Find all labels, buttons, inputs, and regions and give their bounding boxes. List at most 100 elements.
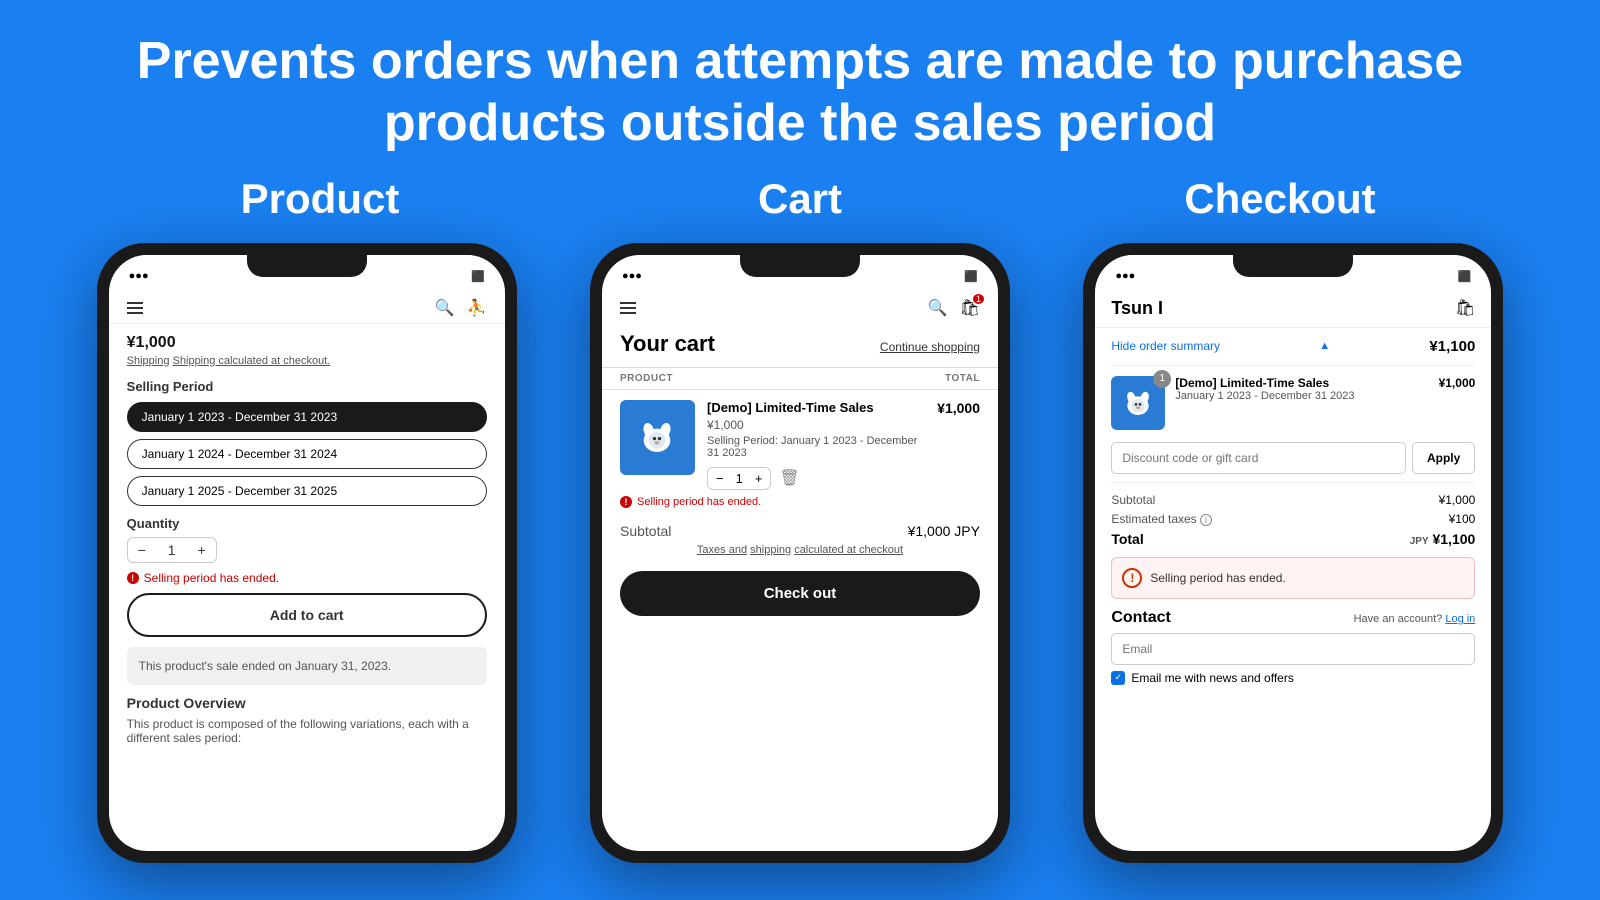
cart-columns: PRODUCT TOTAL (602, 367, 998, 390)
bag-icon[interactable]: 🛍 (1455, 298, 1475, 318)
cart-subtotal-value: ¥1,000 JPY (908, 523, 980, 539)
discount-input[interactable] (1111, 442, 1406, 474)
quantity-label: Quantity (127, 516, 487, 531)
period-btn-2024[interactable]: January 1 2024 - December 31 2024 (127, 439, 487, 469)
col-total: TOTAL (945, 373, 980, 384)
cart-error: ! Selling period has ended. (602, 490, 998, 508)
cart-qty-value: 1 (736, 471, 743, 486)
contact-title: Contact (1111, 609, 1171, 627)
apply-button[interactable]: Apply (1412, 442, 1475, 474)
product-overview-text: This product is composed of the followin… (127, 717, 487, 745)
cart-title: Your cart (620, 331, 715, 357)
total-label: Total (1111, 531, 1143, 547)
error-dot: ! (127, 572, 139, 584)
cart-item-details: [Demo] Limited-Time Sales ¥1,000 Selling… (707, 400, 925, 490)
cart-icon-cart[interactable]: 🛍1 (960, 298, 980, 318)
cart-error-dot: ! (620, 496, 632, 508)
order-item: 1 [Demo] Limited-Tim (1111, 376, 1475, 430)
add-to-cart-button[interactable]: Add to cart (127, 593, 487, 637)
shipping-calc-link[interactable]: shipping (750, 544, 791, 556)
phone-notch-checkout (1233, 255, 1353, 277)
cart-nav: 🔍 🛍1 (602, 290, 998, 323)
newsletter-checkbox[interactable]: ✓ (1111, 671, 1125, 685)
contact-section: Contact Have an account? Log in ✓ Email … (1111, 609, 1475, 685)
qty-value: 1 (168, 542, 176, 558)
cart-item-image (620, 400, 695, 475)
product-nav: 🔍 ⛹ (109, 290, 505, 324)
cart-qty-increase[interactable]: + (755, 471, 763, 486)
checkout-button[interactable]: Check out (620, 571, 980, 616)
have-account-text: Have an account? Log in (1354, 613, 1476, 625)
cart-item-total-price: ¥1,000 (937, 400, 980, 490)
section-label-cart: Cart (562, 175, 1037, 223)
discount-row: Apply (1111, 442, 1475, 474)
checkout-error-box: ! Selling period has ended. (1111, 557, 1475, 599)
cart-item-selling-period: Selling Period: January 1 2023 - Decembe… (707, 435, 925, 459)
period-btn-2023[interactable]: January 1 2023 - December 31 2023 (127, 402, 487, 432)
cart-qty-row: − 1 + 🗑 (707, 467, 925, 490)
newsletter-label: Email me with news and offers (1131, 671, 1294, 685)
phone-notch-cart (740, 255, 860, 277)
contact-header: Contact Have an account? Log in (1111, 609, 1475, 627)
order-item-info: [Demo] Limited-Time Sales January 1 2023… (1175, 376, 1428, 430)
cart-item-unit-price: ¥1,000 (707, 418, 925, 432)
log-in-link[interactable]: Log in (1445, 613, 1475, 625)
cart-taxes-note: Taxes and shipping calculated at checkou… (602, 544, 998, 566)
continue-shopping-link[interactable]: Continue shopping (880, 340, 980, 354)
menu-icon-cart[interactable] (620, 302, 636, 314)
item-badge: 1 (1153, 370, 1171, 388)
info-icon[interactable]: i (1200, 514, 1212, 526)
checkout-product-image (1118, 383, 1158, 423)
checkout-error-text: Selling period has ended. (1150, 571, 1285, 585)
email-input[interactable] (1111, 633, 1475, 665)
cart-item-name: [Demo] Limited-Time Sales (707, 400, 925, 415)
store-name: Tsun I (1111, 298, 1163, 319)
search-icon[interactable]: 🔍 (435, 298, 455, 318)
order-item-price: ¥1,000 (1439, 376, 1476, 430)
cart-qty-control: − 1 + (707, 467, 771, 490)
total-row: Total JPY ¥1,100 (1111, 531, 1475, 547)
order-item-name: [Demo] Limited-Time Sales (1175, 376, 1428, 390)
cart-subtotal: Subtotal ¥1,000 JPY (602, 508, 998, 544)
sale-ended-box: This product's sale ended on January 31,… (127, 647, 487, 685)
period-btn-2025[interactable]: January 1 2025 - December 31 2025 (127, 476, 487, 506)
cart-qty-decrease[interactable]: − (716, 471, 724, 486)
order-item-variant: January 1 2023 - December 31 2023 (1175, 390, 1428, 402)
search-icon-cart[interactable]: 🔍 (928, 298, 948, 318)
taxes-row: Estimated taxes i ¥100 (1111, 512, 1475, 526)
taxes-label: Estimated taxes i (1111, 512, 1212, 526)
cart-header: Your cart Continue shopping (602, 323, 998, 367)
product-image-dog (632, 412, 682, 462)
product-price: ¥1,000 (127, 334, 487, 352)
cart-phone: ●●● ⬛ 🔍 🛍1 Your cart Continue sh (590, 243, 1010, 863)
hide-summary-link[interactable]: Hide order summary (1111, 339, 1220, 353)
summary-total: ¥1,100 (1429, 338, 1475, 355)
checkout-error-icon: ! (1122, 568, 1142, 588)
cart-item: [Demo] Limited-Time Sales ¥1,000 Selling… (602, 400, 998, 490)
phone-notch-product (247, 255, 367, 277)
headline: Prevents orders when attempts are made t… (0, 0, 1600, 165)
shipping-text: Shipping Shipping calculated at checkout… (127, 355, 487, 367)
product-phone: ●●● ⬛ 🔍 ⛹ ¥1,000 Shipping Shipping c (97, 243, 517, 863)
cart-icon[interactable]: ⛹ (467, 298, 487, 318)
newsletter-row: ✓ Email me with news and offers (1111, 671, 1475, 685)
cart-subtotal-label: Subtotal (620, 523, 671, 539)
order-summary-toggle[interactable]: Hide order summary ▲ ¥1,100 (1111, 328, 1475, 366)
qty-decrease[interactable]: − (138, 542, 146, 558)
selling-period-label: Selling Period (127, 379, 487, 394)
total-value: JPY ¥1,100 (1410, 531, 1476, 547)
section-label-product: Product (82, 175, 557, 223)
qty-increase[interactable]: + (197, 542, 205, 558)
menu-icon[interactable] (127, 302, 143, 314)
product-error: ! Selling period has ended. (127, 571, 487, 585)
shipping-link[interactable]: Shipping (127, 355, 170, 367)
totals-section: Subtotal ¥1,000 Estimated taxes i ¥100 T… (1111, 482, 1475, 547)
col-product: PRODUCT (620, 373, 673, 384)
subtotal-row: Subtotal ¥1,000 (1111, 493, 1475, 507)
cart-delete-icon[interactable]: 🗑 (779, 468, 799, 488)
taxes-value: ¥100 (1449, 512, 1476, 526)
checkout-phone: ●●● ⬛ Tsun I 🛍 Hide order summary ▲ ¥1,1… (1083, 243, 1503, 863)
checkout-top-bar: Tsun I 🛍 (1095, 290, 1491, 328)
section-label-checkout: Checkout (1042, 175, 1517, 223)
quantity-control: − 1 + (127, 537, 217, 563)
